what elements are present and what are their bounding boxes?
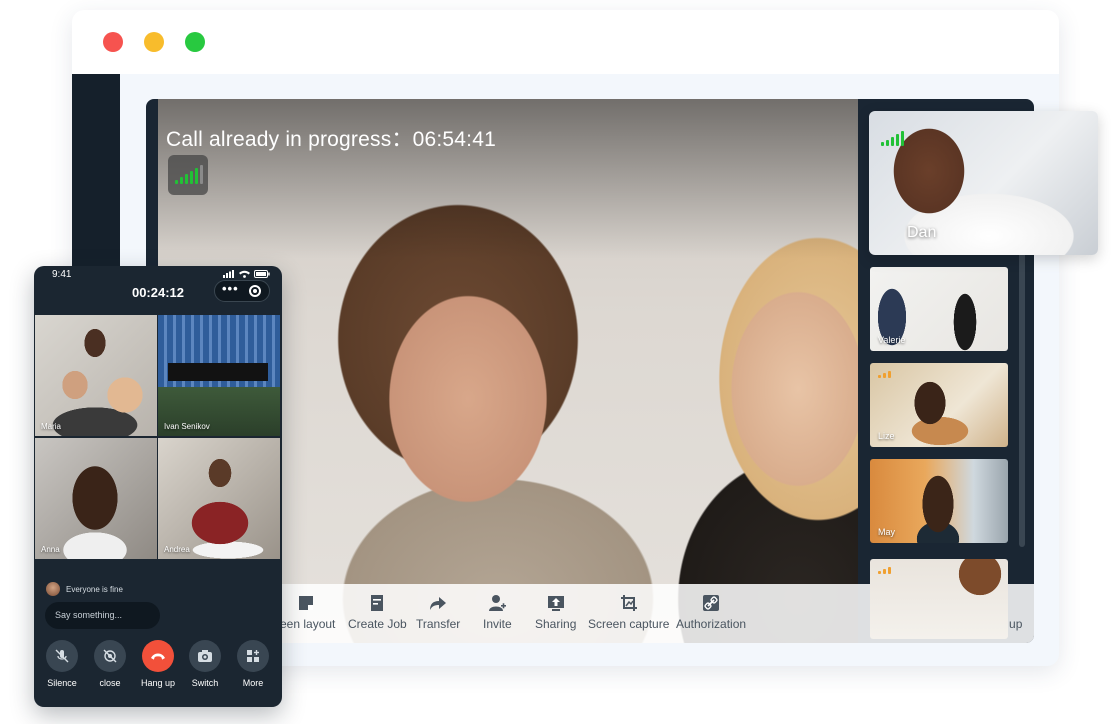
more-label: More: [242, 678, 264, 688]
upload-screen-icon: [547, 596, 564, 611]
participant-name: Lize: [878, 431, 895, 441]
signal-strength: [168, 155, 208, 195]
hang-up-label: Hang up: [140, 678, 176, 688]
switch-label: Switch: [191, 678, 219, 688]
video-tile[interactable]: Anna: [35, 438, 157, 559]
avatar: [46, 582, 60, 596]
maximize-window-button[interactable]: [185, 32, 205, 52]
switch-camera-button[interactable]: [189, 640, 221, 672]
more-button[interactable]: [237, 640, 269, 672]
capture-icon: [620, 595, 637, 611]
status-bar-clock: 9:41: [52, 269, 72, 280]
screen-layout-button[interactable]: reen layout: [276, 594, 335, 631]
signal-icon: [878, 371, 891, 378]
battery-icon: [254, 270, 270, 278]
chat-message-text: Everyone is fine: [66, 584, 123, 594]
sharing-button[interactable]: Sharing: [535, 594, 576, 631]
video-tile[interactable]: Andrea: [158, 438, 280, 559]
signal-icon: [881, 131, 904, 146]
record-icon[interactable]: [249, 285, 261, 297]
chat-input[interactable]: Say something...: [45, 602, 160, 629]
featured-participant-tile[interactable]: Dan: [869, 111, 1098, 255]
participant-name: Valerie: [878, 335, 906, 345]
camera-switch-icon: [198, 650, 212, 662]
participant-name: Dan: [907, 224, 937, 241]
layout-icon: [298, 596, 313, 610]
add-person-icon: [489, 595, 507, 611]
wifi-icon: [239, 270, 250, 278]
link-icon: [703, 595, 720, 611]
participant-name: Anna: [41, 545, 60, 554]
close-camera-button[interactable]: [94, 640, 126, 672]
participant-tile[interactable]: [870, 559, 1008, 639]
window-title-bar: [72, 10, 1059, 74]
forward-arrow-icon: [430, 597, 447, 610]
grid-plus-icon: [247, 650, 259, 662]
cellular-icon: [223, 270, 234, 278]
sharing-label: Sharing: [535, 617, 577, 631]
minimize-window-button[interactable]: [144, 32, 164, 52]
mic-off-icon: [55, 649, 69, 663]
video-tile[interactable]: Ivan Senikov: [158, 315, 280, 436]
authorization-label: Authorization: [676, 617, 747, 631]
authorization-button[interactable]: Authorization: [676, 594, 746, 631]
close-window-button[interactable]: [103, 32, 123, 52]
invite-button[interactable]: Invite: [483, 594, 512, 631]
screen-layout-label: reen layout: [276, 617, 336, 631]
silence-button[interactable]: [46, 640, 78, 672]
silence-label: Silence: [47, 678, 77, 688]
invite-label: Invite: [483, 617, 512, 631]
create-job-label: Create Job: [348, 617, 407, 631]
screen-capture-button[interactable]: Screen capture: [588, 594, 669, 631]
participant-tile[interactable]: Lize: [870, 363, 1008, 447]
camera-off-icon: [103, 649, 117, 663]
participant-name: Maria: [41, 422, 62, 431]
phone-hangup-icon: [151, 653, 165, 660]
participant-name: Andrea: [164, 545, 190, 554]
laptop-shape: [168, 363, 268, 381]
participant-tile[interactable]: Valerie: [870, 267, 1008, 351]
chat-message: Everyone is fine: [46, 582, 123, 596]
call-status: Call already in progress：06:54:41: [166, 128, 496, 151]
video-tile[interactable]: Maria: [35, 315, 157, 436]
participant-name: Ivan Senikov: [164, 422, 210, 431]
transfer-button[interactable]: Transfer: [416, 594, 460, 631]
signal-icon: [878, 567, 891, 574]
create-job-button[interactable]: Create Job: [348, 594, 407, 631]
mobile-call-screen: 9:41 00:24:12 ••• Maria Ivan Senikov Ann…: [34, 266, 282, 707]
participant-scrollbar[interactable]: [1019, 247, 1025, 547]
status-bar-icons: [223, 270, 270, 278]
more-options-button[interactable]: •••: [222, 281, 239, 296]
hang-up-button[interactable]: [142, 640, 174, 672]
stage: Call already in progress：06:54:41 reen l…: [0, 0, 1111, 724]
close-label: close: [99, 678, 121, 688]
participant-name: May: [878, 527, 896, 537]
signal-icon: [175, 165, 203, 184]
participant-tile[interactable]: May: [870, 459, 1008, 543]
screen-capture-label: Screen capture: [588, 617, 670, 631]
transfer-label: Transfer: [416, 617, 461, 631]
document-icon: [371, 595, 384, 611]
capsule-menu: •••: [214, 280, 270, 302]
